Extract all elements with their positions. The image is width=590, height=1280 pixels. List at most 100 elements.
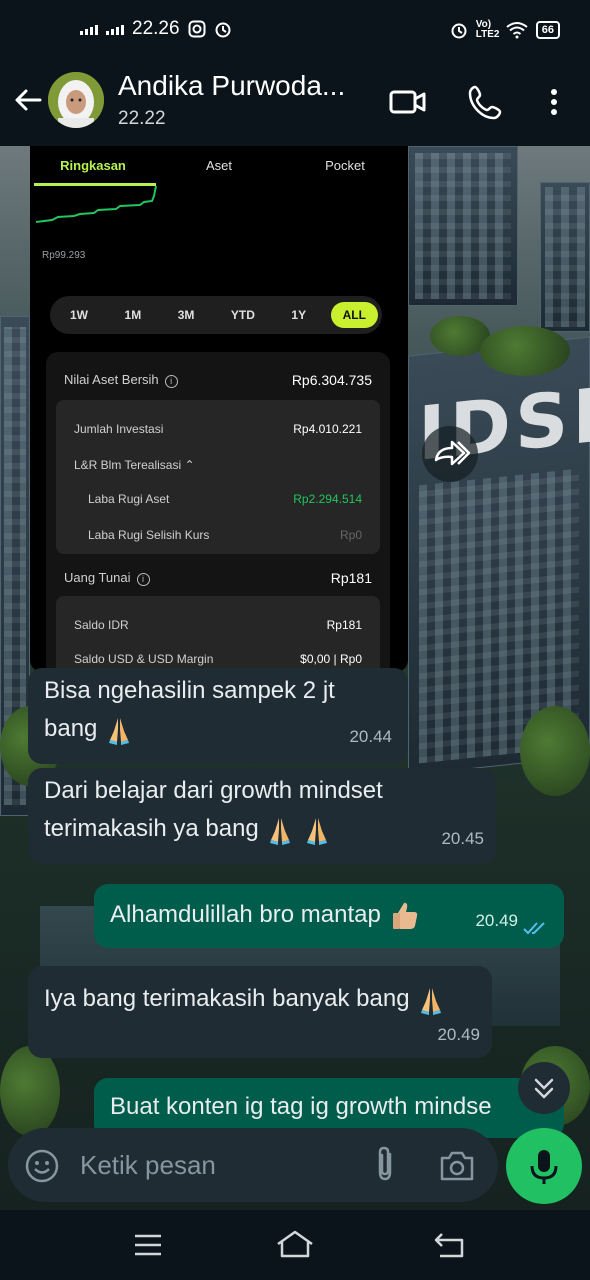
system-nav-bar [0,1210,590,1280]
wallpaper-tree [520,706,590,796]
home-icon[interactable] [274,1228,316,1260]
status-bar: 22.26 Vo) LTE2 66 [0,0,590,62]
image-range-1w: 1W [70,308,88,322]
message-input[interactable]: Ketik pesan [80,1150,216,1181]
image-cash-label: Uang Tunai [64,570,131,585]
contact-name[interactable]: Andika Purwoda... [118,70,345,102]
wallpaper-building [408,146,518,306]
image-idr-value: Rp181 [326,618,362,632]
signal-icon [80,23,98,35]
image-investment-row: Jumlah Investasi Rp4.010.221 [74,422,362,436]
image-usd-value: $0,00 | Rp0 [300,652,362,666]
image-cash-row: Uang Tunai i Rp181 [64,570,372,586]
message-time: 20.44 [349,727,392,746]
avatar[interactable] [48,72,104,128]
image-range-selector: 1W 1M 3M YTD 1Y ALL [50,296,382,334]
image-net-asset-row: Nilai Aset Bersih i Rp6.304.735 [64,372,372,388]
message-bubble-outgoing[interactable]: Alhamdulillah bro mantap 20.49 [94,884,564,948]
voice-message-button[interactable] [506,1128,582,1204]
status-left: 22.26 [80,18,232,40]
chevron-up-icon: ⌃ [184,458,195,472]
image-sparkline [36,186,157,223]
image-tabs: Ringkasan Aset Pocket [30,146,408,186]
emoji-icon[interactable] [24,1148,60,1184]
message-time: 20.49 [475,911,518,930]
thumbs-up-emoji-icon [392,902,417,929]
back-nav-icon[interactable] [432,1230,468,1260]
image-cash-value: Rp181 [330,570,372,586]
image-tab-pocket: Pocket [325,158,365,173]
wallpaper-tree [480,326,570,376]
message-bubble-incoming[interactable]: Iya bang terimakasih banyak bang 20.49 [28,966,492,1058]
message-text: bang [44,715,98,742]
image-investment-box: Jumlah Investasi Rp4.010.221 L&R Blm Ter… [56,400,380,554]
image-net-asset-label: Nilai Aset Bersih [64,372,159,387]
scroll-to-bottom-button[interactable] [518,1062,570,1114]
wallpaper-tree [0,1046,60,1136]
microphone-icon [530,1150,558,1184]
image-net-asset-value: Rp6.304.735 [291,372,372,388]
phone-call-icon[interactable] [466,82,506,122]
wallpaper-building [540,182,590,332]
image-idr-label: Saldo IDR [74,618,129,632]
pray-emoji-icon [307,817,328,845]
image-tab-ringkasan: Ringkasan [60,158,126,173]
image-range-ytd: YTD [230,308,255,322]
alarm-icon [215,22,231,38]
image-usd-label: Saldo USD & USD Margin [74,652,214,666]
more-options-icon[interactable] [534,82,574,122]
image-idr-row: Saldo IDR Rp181 [74,618,362,632]
pray-emoji-icon [109,717,130,745]
message-text: Bisa ngehasilin sampek 2 jt [44,677,335,704]
status-time: 22.26 [132,18,180,39]
image-investment-value: Rp4.010.221 [293,422,362,436]
image-fx-pl-value: Rp0 [339,528,362,542]
info-icon: i [164,375,178,388]
message-text: Dari belajar dari growth mindset [44,777,383,804]
image-chart-low-label: Rp99.293 [42,250,86,261]
video-call-icon[interactable] [388,82,428,122]
battery-indicator: 66 [535,21,560,39]
wifi-icon [506,22,528,39]
image-asset-pl-label: Laba Rugi Aset [88,492,170,506]
forward-button[interactable] [422,426,478,482]
recent-apps-icon[interactable] [132,1232,164,1258]
pray-emoji-icon [270,817,291,845]
image-fx-pl-label: Laba Rugi Selisih Kurs [88,528,210,542]
avatar-image [48,72,104,128]
forward-icon [434,440,471,466]
chat-area[interactable]: IDSET Ringkasan Aset Pocket Rp99.293 1W … [0,146,590,1210]
last-seen: 22.22 [118,108,166,129]
info-icon: i [136,573,150,586]
camera-icon[interactable] [438,1148,476,1184]
image-range-1y: 1Y [291,308,307,322]
instagram-icon [188,20,206,38]
image-range-3m: 3M [177,308,195,322]
image-unrealized-label: L&R Blm Terealisasi [74,458,182,472]
image-asset-pl-value: Rp2.294.514 [293,492,362,506]
image-range-1m: 1M [124,308,142,322]
image-fx-pl-row: Laba Rugi Selisih Kurs Rp0 [88,528,362,542]
alarm-icon-right [451,23,467,39]
message-text: Alhamdulillah bro mantap [110,901,381,928]
message-text: Iya bang terimakasih banyak bang [44,985,410,1012]
image-tab-aset: Aset [205,158,232,173]
read-ticks-icon [523,922,545,935]
message-text: terimakasih ya bang [44,815,259,842]
network-label: Vo) LTE2 [475,19,500,40]
image-range-all: ALL [330,302,378,328]
image-asset-pl-row: Laba Rugi Aset Rp2.294.514 [88,492,362,506]
message-time: 20.49 [437,1025,480,1044]
message-composer: Ketik pesan [8,1128,498,1202]
image-investment-label: Jumlah Investasi [74,422,164,436]
chat-header: Andika Purwoda... 22.22 [0,62,590,146]
signal-icon-2 [106,23,124,35]
back-arrow-icon[interactable] [12,84,44,116]
image-unrealized-row: L&R Blm Terealisasi ⌃ [74,458,362,472]
attachment-icon[interactable] [368,1146,402,1184]
message-bubble-incoming[interactable]: Bisa ngehasilin sampek 2 jt bang 20.44 [28,668,408,764]
message-text: Buat konten ig tag ig growth mindse [110,1093,492,1120]
forwarded-image[interactable]: Ringkasan Aset Pocket Rp99.293 1W 1M 3M … [30,146,408,672]
image-asset-card: Nilai Aset Bersih i Rp6.304.735 Jumlah In… [46,352,390,672]
message-bubble-incoming[interactable]: Dari belajar dari growth mindset terimak… [28,768,496,864]
